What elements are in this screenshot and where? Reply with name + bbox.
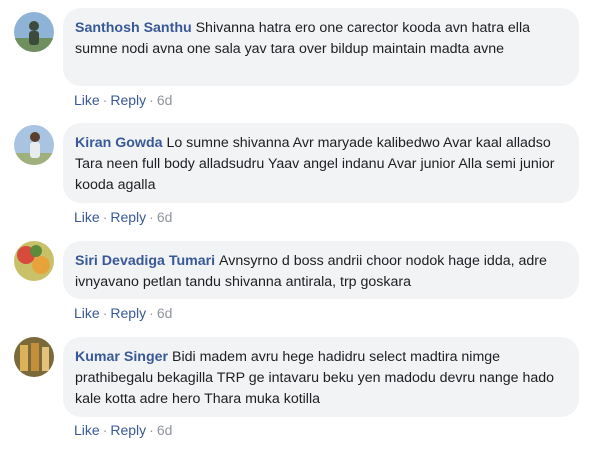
like-link[interactable]: Like (74, 422, 100, 438)
separator: · (102, 305, 108, 321)
separator: · (149, 209, 154, 225)
comment-actions: Like · Reply · 6d (74, 421, 172, 439)
comment-bubble: Kumar Singer Bidi madem avru hege hadidr… (63, 337, 579, 417)
comment-author[interactable]: Kiran Gowda (75, 135, 166, 151)
comment-timestamp[interactable]: 6d (157, 422, 173, 438)
avatar-photo-icon (14, 125, 54, 165)
like-link[interactable]: Like (74, 209, 100, 225)
reply-link[interactable]: Reply (110, 209, 146, 225)
comment-actions: Like · Reply · 6d (74, 91, 172, 109)
avatar[interactable] (14, 125, 54, 165)
separator: · (102, 92, 108, 108)
reply-link[interactable]: Reply (110, 305, 146, 321)
comment-bubble: Siri Devadiga Tumari Avnsyrno d boss and… (63, 241, 579, 299)
separator: · (102, 209, 108, 225)
avatar[interactable] (14, 337, 54, 377)
comment-bubble: Santhosh Santhu Shivanna hatra ero one c… (63, 8, 579, 86)
like-link[interactable]: Like (74, 92, 100, 108)
avatar-photo-icon (14, 12, 54, 52)
avatar-photo-icon (14, 241, 54, 281)
comment-actions: Like · Reply · 6d (74, 304, 172, 322)
comment-author[interactable]: Santhosh Santhu (75, 20, 196, 36)
comment-bubble: Kiran Gowda Lo sumne shivanna Avr maryad… (63, 123, 579, 203)
comment-timestamp[interactable]: 6d (157, 92, 173, 108)
separator: · (149, 92, 154, 108)
reply-link[interactable]: Reply (110, 422, 146, 438)
separator: · (149, 305, 154, 321)
separator: · (149, 422, 154, 438)
comment-actions: Like · Reply · 6d (74, 208, 172, 226)
comment-timestamp[interactable]: 6d (157, 305, 173, 321)
separator: · (102, 422, 108, 438)
comment-timestamp[interactable]: 6d (157, 209, 173, 225)
avatar[interactable] (14, 241, 54, 281)
reply-link[interactable]: Reply (110, 92, 146, 108)
comment-author[interactable]: Siri Devadiga Tumari (75, 253, 219, 269)
comment-author[interactable]: Kumar Singer (75, 349, 172, 365)
avatar-photo-icon (14, 337, 54, 377)
avatar[interactable] (14, 12, 54, 52)
like-link[interactable]: Like (74, 305, 100, 321)
